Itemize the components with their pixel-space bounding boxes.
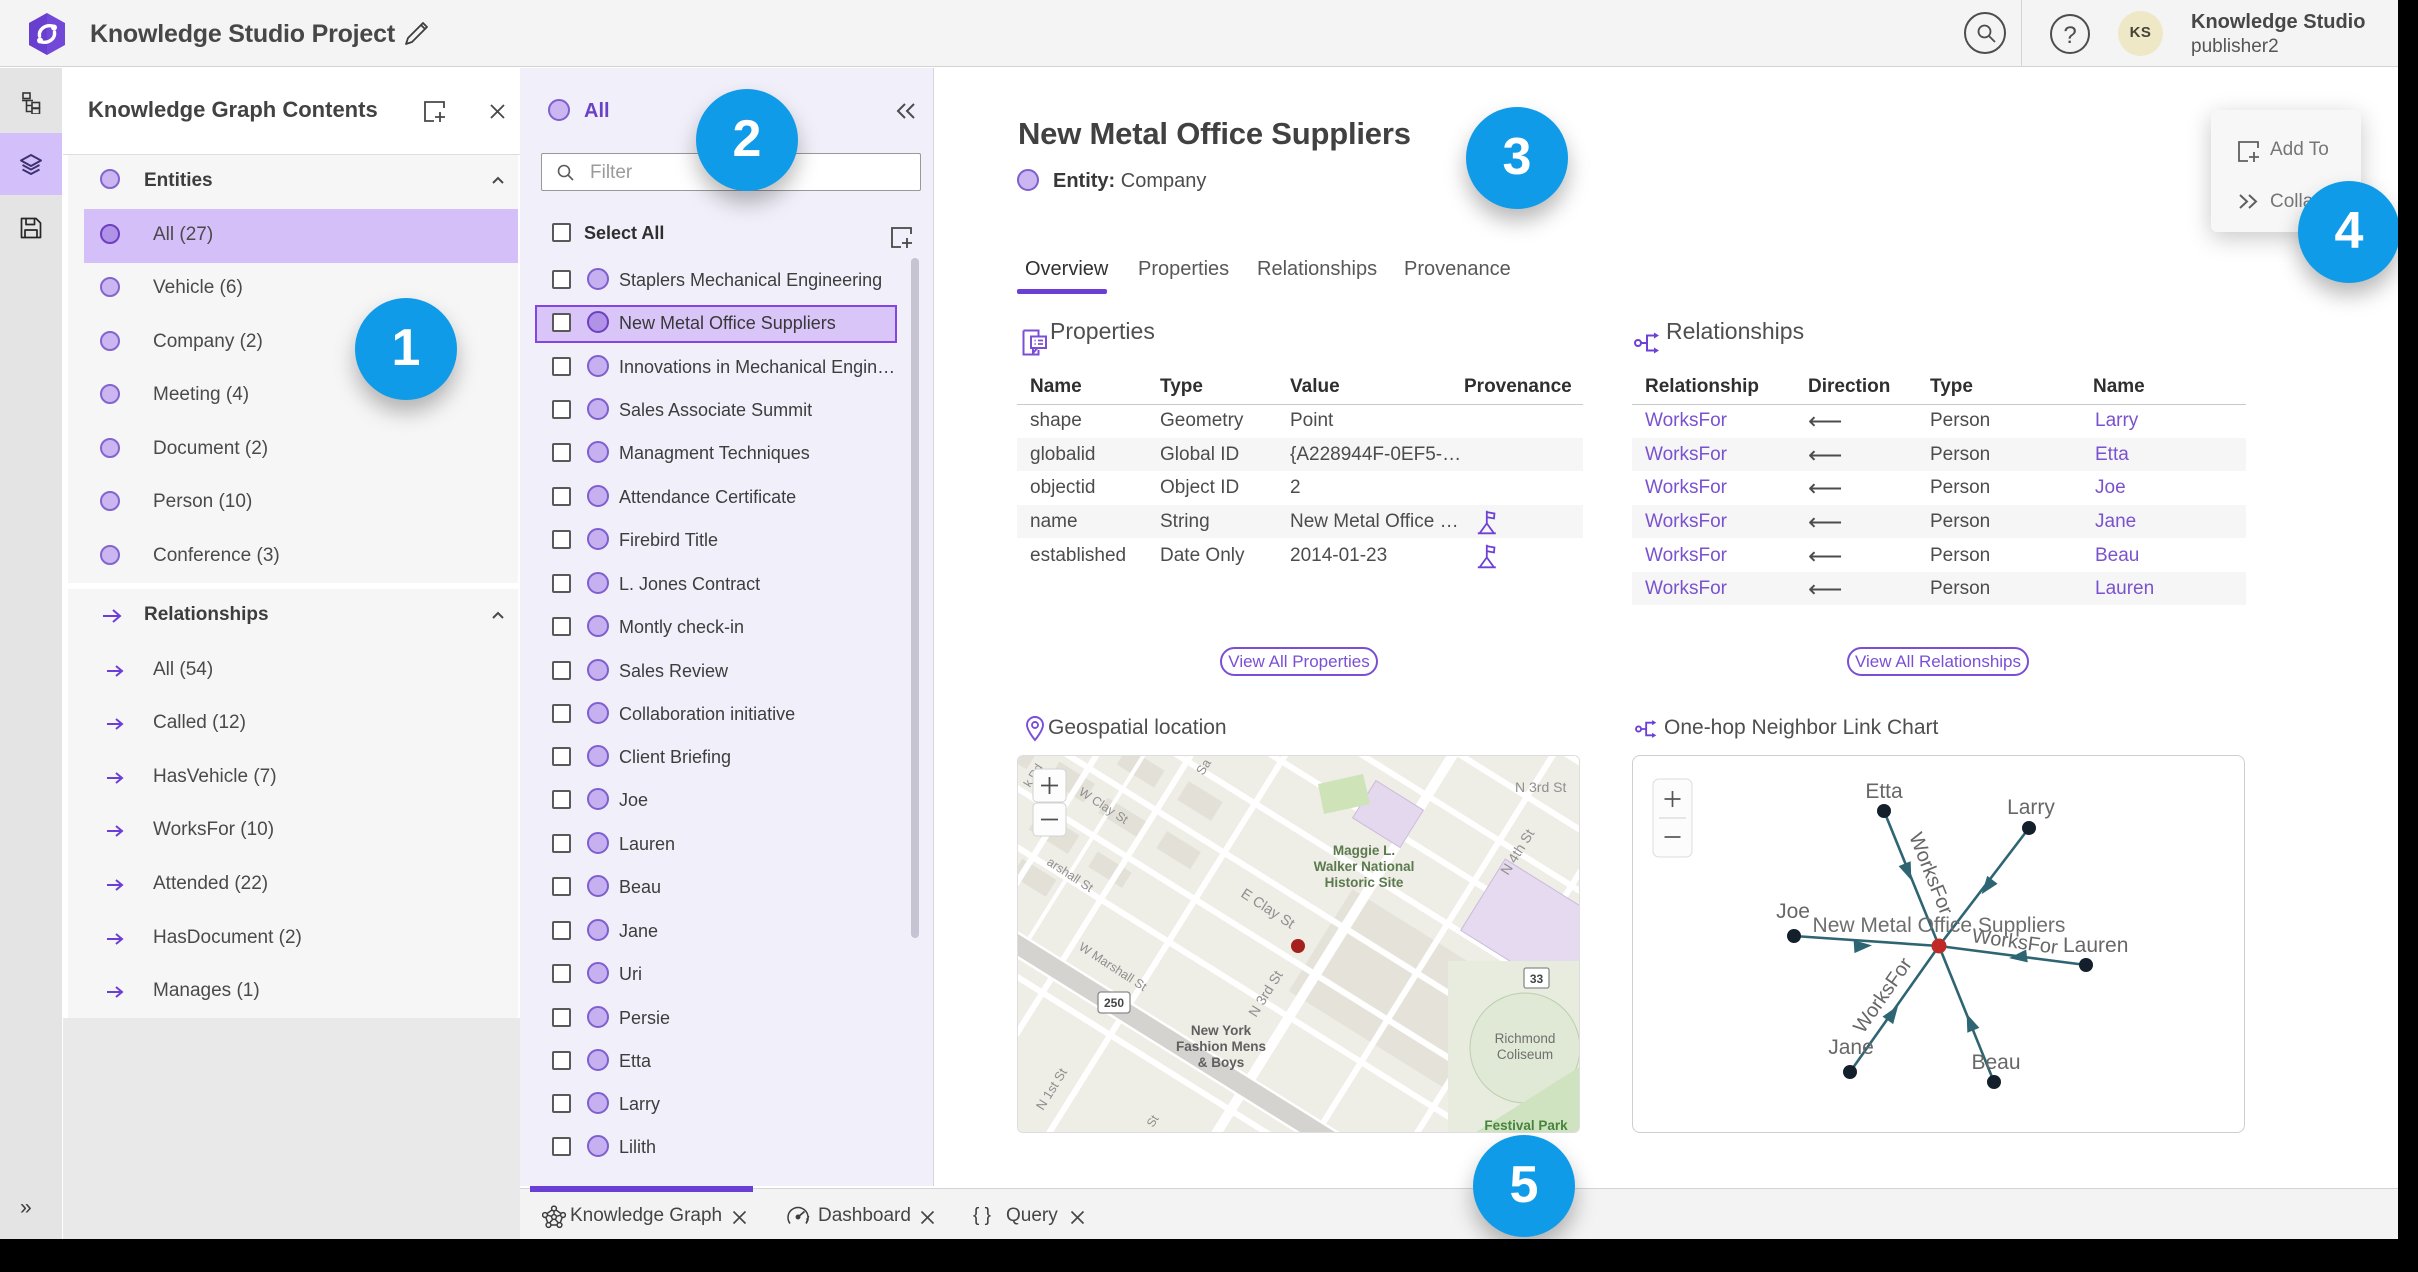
svg-text:Richmond: Richmond: [1495, 1031, 1556, 1046]
svg-text:Historic Site: Historic Site: [1325, 875, 1404, 890]
svg-text:33: 33: [1530, 972, 1544, 986]
svg-text:Jane: Jane: [1828, 1036, 1874, 1059]
svg-text:WorksFor: WorksFor: [1904, 830, 1957, 919]
svg-text:Joe: Joe: [1776, 900, 1810, 923]
svg-text:Lauren: Lauren: [2063, 934, 2128, 957]
svg-text:Beau: Beau: [1971, 1051, 2020, 1074]
svg-text:Fashion Mens: Fashion Mens: [1176, 1039, 1266, 1054]
svg-text:Larry: Larry: [2007, 796, 2055, 819]
svg-text:New York: New York: [1191, 1023, 1252, 1038]
svg-text:Walker National: Walker National: [1314, 859, 1415, 874]
svg-text:& Boys: & Boys: [1198, 1055, 1245, 1070]
svg-text:Coliseum: Coliseum: [1497, 1047, 1553, 1062]
svg-text:N 3rd St: N 3rd St: [1515, 779, 1566, 795]
svg-text:Maggie L.: Maggie L.: [1333, 843, 1395, 858]
svg-text:Festival Park: Festival Park: [1484, 1118, 1568, 1133]
svg-text:250: 250: [1104, 996, 1124, 1010]
svg-text:Etta: Etta: [1865, 780, 1903, 803]
